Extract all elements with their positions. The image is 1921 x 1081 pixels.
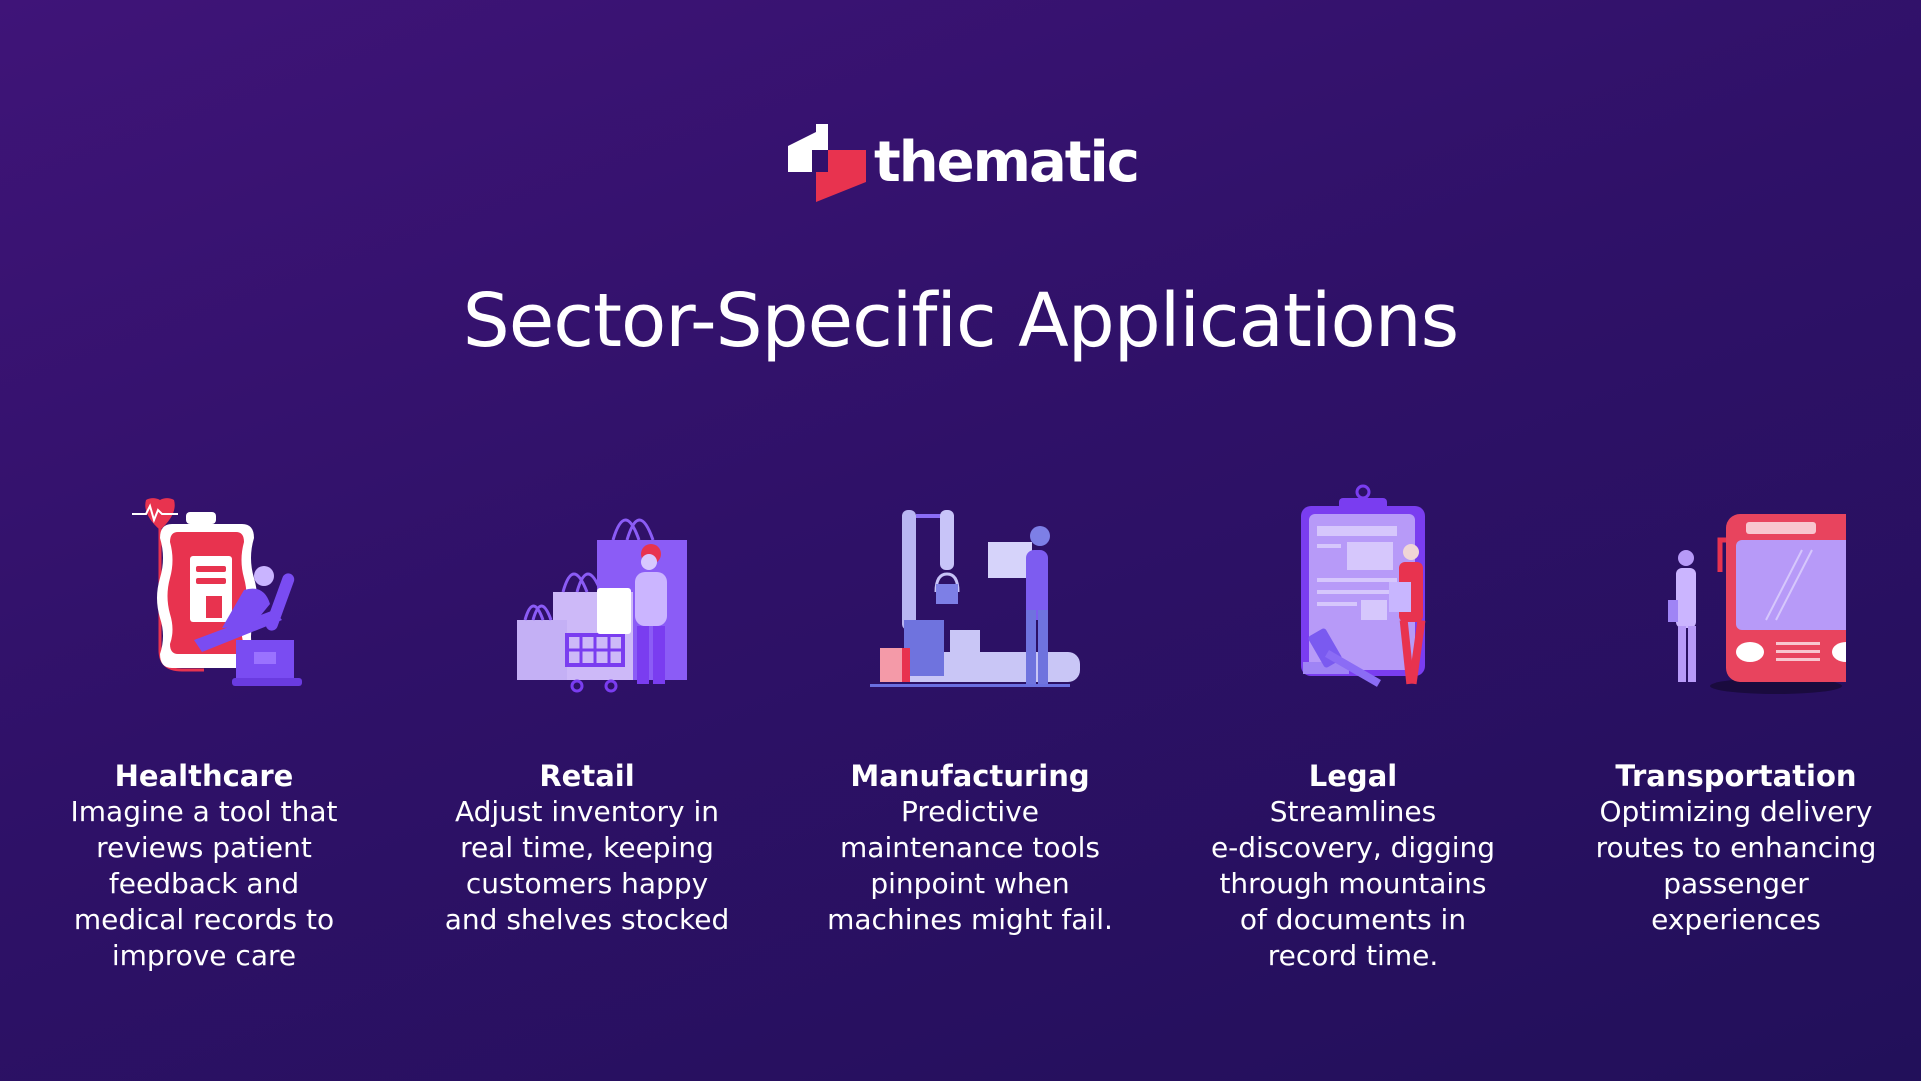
sector-description-line: feedback and — [108, 867, 300, 900]
sector-heading: Retail — [539, 759, 635, 793]
sector-description-line: maintenance tools — [840, 831, 1100, 864]
sector-card-transportation: Transportation Optimizing delivery route… — [1566, 480, 1906, 938]
sector-description-line: real time, keeping — [460, 831, 714, 864]
sector-card-healthcare: Healthcare Imagine a tool that reviews p… — [34, 480, 374, 974]
sector-description-line: Predictive — [900, 795, 1040, 828]
clipboard-gavel-lawyer-icon — [1301, 484, 1426, 687]
sector-heading: Transportation — [1615, 759, 1857, 793]
sector-heading: Legal — [1308, 759, 1398, 793]
sector-description-line: record time. — [1267, 939, 1439, 972]
sector-heading: Manufacturing — [850, 759, 1090, 793]
sector-description-line: customers happy — [465, 867, 709, 900]
page-title: Sector-Specific Applications — [462, 277, 1459, 364]
sector-description-line: through mountains — [1219, 867, 1487, 900]
sector-description-line: Optimizing delivery — [1599, 795, 1873, 828]
sector-description-line: Imagine a tool that — [70, 795, 338, 828]
sector-description-line: medical records to — [73, 903, 335, 936]
sector-description-line: passenger — [1663, 867, 1809, 900]
robot-arm-boxes-worker-icon — [870, 510, 1080, 687]
sector-description-line: pinpoint when — [870, 867, 1070, 900]
sector-description-line: e-discovery, digging — [1210, 831, 1496, 864]
sector-card-retail: Retail Adjust inventory in real time, ke… — [417, 480, 757, 938]
sector-description-line: improve care — [111, 939, 297, 972]
sector-description-line: and shelves stocked — [444, 903, 730, 936]
blood-bag-patient-chair-icon — [132, 498, 302, 686]
thematic-logo-icon — [788, 124, 866, 202]
brand-name: thematic — [874, 130, 1140, 195]
sector-description-line: of documents in — [1239, 903, 1467, 936]
sector-description-line: routes to enhancing — [1595, 831, 1877, 864]
sector-description-line: machines might fail. — [827, 903, 1113, 936]
sector-heading: Healthcare — [114, 759, 294, 793]
sector-description-line: reviews patient — [96, 831, 312, 864]
sector-description-line: experiences — [1651, 903, 1821, 936]
bus-passenger-icon — [1668, 514, 1846, 694]
sector-card-legal: Legal Streamlines e-discovery, digging t… — [1183, 480, 1523, 974]
sector-description-line: Streamlines — [1269, 795, 1437, 828]
sector-card-manufacturing: Manufacturing Predictive maintenance too… — [800, 480, 1140, 938]
sector-description-line: Adjust inventory in — [454, 795, 720, 828]
shopping-bags-cart-icon — [517, 518, 687, 693]
brand-logo: thematic — [788, 124, 1140, 202]
